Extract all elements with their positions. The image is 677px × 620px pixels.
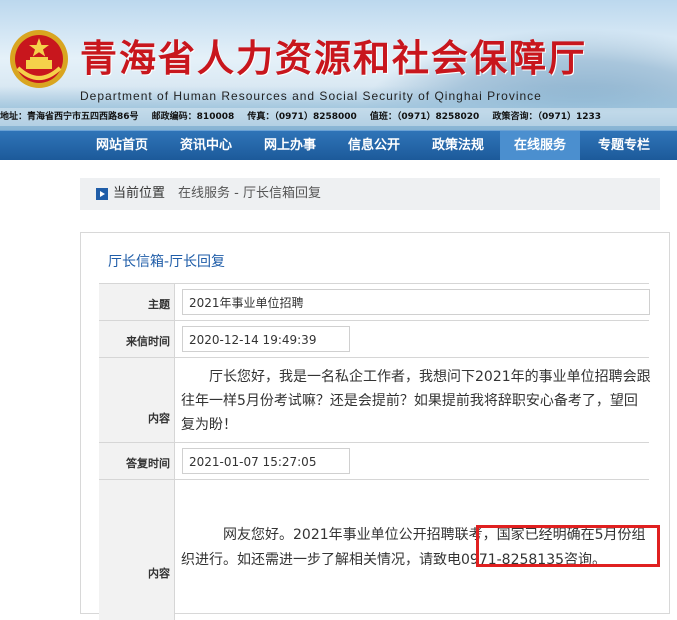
reply-content-label: 内容 xyxy=(148,567,170,580)
postcode-text: 邮政编码：810008 xyxy=(151,112,235,122)
reply-time-row: 答复时间 2021-01-07 15:27:05 xyxy=(99,443,649,480)
breadcrumb: 当前位置 在线服务 - 厅长信箱回复 xyxy=(80,178,660,210)
subject-field: 2021年事业单位招聘 xyxy=(182,289,650,315)
sent-time-row: 来信时间 2020-12-14 19:49:39 xyxy=(99,321,649,358)
policy-phone-text: 政策咨询：（0971）1233 xyxy=(492,112,602,122)
sent-time-label-cell: 来信时间 xyxy=(99,321,175,357)
panel-title: 厅长信箱-厅长回复 xyxy=(108,254,226,270)
site-subtitle: Department of Human Resources and Social… xyxy=(80,89,542,103)
site-header: 青海省人力资源和社会保障厅 Department of Human Resour… xyxy=(0,0,677,130)
national-emblem-icon xyxy=(10,30,68,88)
reply-table: 主题 2021年事业单位招聘 来信时间 2020-12-14 19:49:39 … xyxy=(99,283,651,620)
breadcrumb-label: 当前位置 xyxy=(113,186,166,201)
breadcrumb-arrow-icon xyxy=(96,188,108,200)
nav-item-topics[interactable]: 专题专栏 xyxy=(584,131,664,160)
content-label: 内容 xyxy=(148,412,170,425)
nav-item-home[interactable]: 网站首页 xyxy=(82,131,162,160)
duty-phone-text: 值班：（0971）8258020 xyxy=(369,112,480,122)
subject-row: 主题 2021年事业单位招聘 xyxy=(99,284,650,321)
nav-item-news[interactable]: 资讯中心 xyxy=(166,131,246,160)
content-label-cell: 内容 xyxy=(99,358,175,442)
fax-text: 传真：（0971）8258000 xyxy=(247,112,357,122)
contact-info-bar: 地址：青海省西宁市五四西路86号 邮政编码：810008 传真：（0971）82… xyxy=(0,108,677,126)
site-title: 青海省人力资源和社会保障厅 xyxy=(80,36,587,80)
reply-time-label: 答复时间 xyxy=(126,457,170,470)
letter-content: 厅长您好，我是一名私企工作者，我想问下2021年的事业单位招聘会跟往年一样5月份… xyxy=(181,369,651,433)
nav-item-online-service[interactable]: 在线服务 xyxy=(500,131,580,160)
subject-label-cell: 主题 xyxy=(99,284,175,320)
nav-item-policies[interactable]: 政策法规 xyxy=(418,131,498,160)
address-text: 地址：青海省西宁市五四西路86号 xyxy=(0,112,139,122)
sent-time-field: 2020-12-14 19:49:39 xyxy=(182,326,350,352)
sent-time-label: 来信时间 xyxy=(126,335,170,348)
subject-label: 主题 xyxy=(148,298,170,311)
reply-time-field: 2021-01-07 15:27:05 xyxy=(182,448,350,474)
breadcrumb-path[interactable]: 在线服务 - 厅长信箱回复 xyxy=(178,178,321,210)
nav-item-info-disclosure[interactable]: 信息公开 xyxy=(334,131,414,160)
highlight-box xyxy=(476,525,660,567)
reply-content-label-cell: 内容 xyxy=(99,480,175,620)
nav-item-online-affairs[interactable]: 网上办事 xyxy=(250,131,330,160)
content-row: 内容 厅长您好，我是一名私企工作者，我想问下2021年的事业单位招聘会跟往年一样… xyxy=(99,358,651,443)
reply-time-label-cell: 答复时间 xyxy=(99,443,175,479)
main-nav: 网站首页 资讯中心 网上办事 信息公开 政策法规 在线服务 专题专栏 xyxy=(0,130,677,160)
